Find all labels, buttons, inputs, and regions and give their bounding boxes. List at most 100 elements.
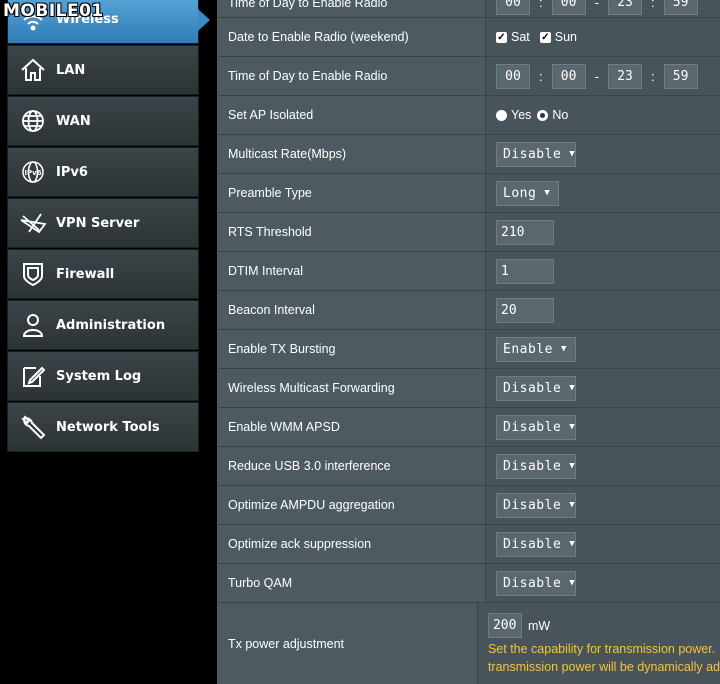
preamble-select[interactable]: Long ▼ xyxy=(496,180,559,206)
row-value: 00 : 00 - 23 : 59 xyxy=(485,57,720,95)
start-hour-input[interactable]: 00 xyxy=(496,0,530,15)
row-value: Yes No xyxy=(485,96,720,134)
row-value: Long ▼ xyxy=(485,174,720,212)
chevron-down-icon: ▼ xyxy=(569,578,576,588)
chevron-down-icon: ▼ xyxy=(560,344,567,354)
log-edit-icon xyxy=(18,361,48,391)
tx-bursting-select[interactable]: Enable ▼ xyxy=(496,336,576,362)
home-icon xyxy=(18,55,48,85)
row-value: ✓ Sat ✓ Sun xyxy=(485,18,720,56)
row-beacon: Beacon Interval 20 xyxy=(217,291,720,330)
chevron-down-icon: ▼ xyxy=(569,149,576,159)
sidebar-item-administration[interactable]: Administration xyxy=(7,300,199,350)
sidebar-item-label: LAN xyxy=(56,62,86,78)
tx-power-note: Set the capability for transmission powe… xyxy=(487,642,716,656)
ampdu-select[interactable]: Disable ▼ xyxy=(496,492,576,518)
wmm-apsd-select[interactable]: Disable ▼ xyxy=(496,414,576,440)
sidebar-item-firewall[interactable]: Firewall xyxy=(7,249,199,299)
sun-checkbox[interactable]: ✓ xyxy=(539,31,551,43)
unit-label: mW xyxy=(527,618,551,633)
row-date-weekend: Date to Enable Radio (weekend) ✓ Sat ✓ S… xyxy=(217,18,720,57)
beacon-interval-input[interactable]: 20 xyxy=(496,297,554,323)
row-label: Optimize AMPDU aggregation xyxy=(217,486,485,524)
row-value: 200 mW Set the capability for transmissi… xyxy=(476,603,720,684)
row-value: Disable ▼ xyxy=(485,564,720,602)
row-value: Disable ▼ xyxy=(485,525,720,563)
sidebar-item-network-tools[interactable]: Network Tools xyxy=(7,402,199,452)
yes-radio[interactable] xyxy=(496,109,507,121)
row-time-weekend: Time of Day to Enable Radio 00 : 00 - 23… xyxy=(217,57,720,96)
select-value: Disable xyxy=(503,458,562,474)
dtim-interval-input[interactable]: 1 xyxy=(496,258,554,284)
row-label: Wireless Multicast Forwarding xyxy=(217,369,485,407)
ipv6-globe-icon: IPv6 xyxy=(18,157,48,187)
turbo-qam-select[interactable]: Disable ▼ xyxy=(496,570,576,596)
sidebar-menu: Wireless LAN WAN IPv6 IPv6 VPN Server Fi… xyxy=(7,0,210,453)
end-minute-input[interactable]: 59 xyxy=(663,63,698,89)
sidebar-item-label: Firewall xyxy=(56,266,115,282)
row-value: Disable ▼ xyxy=(485,447,720,485)
multicast-forwarding-select[interactable]: Disable ▼ xyxy=(496,375,576,401)
row-multicast-rate: Multicast Rate(Mbps) Disable ▼ xyxy=(217,135,720,174)
row-turbo-qam: Turbo QAM Disable ▼ xyxy=(217,564,720,603)
colon-separator: : xyxy=(650,68,655,84)
select-value: Disable xyxy=(503,419,562,435)
globe-icon xyxy=(18,106,48,136)
colon-separator: : xyxy=(539,68,543,84)
dash-separator: - xyxy=(594,68,599,84)
chevron-down-icon: ▼ xyxy=(569,539,576,549)
row-dtim: DTIM Interval 1 xyxy=(217,252,720,291)
chevron-down-icon: ▼ xyxy=(569,383,576,393)
yes-label: Yes xyxy=(511,108,532,122)
row-tx-power: Tx power adjustment 200 mW Set the capab… xyxy=(217,603,720,684)
chevron-down-icon: ▼ xyxy=(569,422,576,432)
sidebar-item-system-log[interactable]: System Log xyxy=(7,351,199,401)
select-value: Disable xyxy=(503,380,562,396)
row-label: Set AP Isolated xyxy=(217,96,485,134)
end-minute-input[interactable]: 59 xyxy=(663,0,698,15)
row-label: Turbo QAM xyxy=(217,564,485,602)
row-label: Time of Day to Enable Radio xyxy=(217,57,485,95)
select-value: Disable xyxy=(503,146,562,162)
sidebar-item-label: System Log xyxy=(56,368,142,384)
sidebar-item-label: IPv6 xyxy=(56,164,88,180)
row-label: Optimize ack suppression xyxy=(217,525,485,563)
start-hour-input[interactable]: 00 xyxy=(496,63,530,89)
row-label: Multicast Rate(Mbps) xyxy=(217,135,485,173)
sidebar-item-ipv6[interactable]: IPv6 IPv6 xyxy=(7,147,199,197)
watermark-logo: MOBILE01 xyxy=(3,1,104,21)
sidebar-item-label: WAN xyxy=(56,113,91,129)
select-value: Enable xyxy=(503,341,553,357)
row-value: Enable ▼ xyxy=(485,330,720,368)
ack-suppression-select[interactable]: Disable ▼ xyxy=(496,531,576,557)
sidebar-item-wan[interactable]: WAN xyxy=(7,96,199,146)
row-label: RTS Threshold xyxy=(217,213,485,251)
no-radio[interactable] xyxy=(537,109,549,121)
start-minute-input[interactable]: 00 xyxy=(551,63,586,89)
end-hour-input[interactable]: 23 xyxy=(607,0,642,15)
usb3-interference-select[interactable]: Disable ▼ xyxy=(496,453,576,479)
row-ack: Optimize ack suppression Disable ▼ xyxy=(217,525,720,564)
wrench-icon xyxy=(18,412,48,442)
row-rts: RTS Threshold 210 xyxy=(217,213,720,252)
multicast-rate-select[interactable]: Disable ▼ xyxy=(496,141,576,167)
chevron-down-icon: ▼ xyxy=(544,188,551,198)
row-value: Disable ▼ xyxy=(485,486,720,524)
sat-checkbox[interactable]: ✓ xyxy=(496,31,507,43)
row-ampdu: Optimize AMPDU aggregation Disable ▼ xyxy=(217,486,720,525)
sidebar-item-label: VPN Server xyxy=(56,215,140,231)
tx-power-input[interactable]: 200 xyxy=(487,613,522,638)
sidebar-item-vpn-server[interactable]: VPN Server xyxy=(7,198,199,248)
row-value: Disable ▼ xyxy=(485,408,720,446)
end-hour-input[interactable]: 23 xyxy=(607,63,642,89)
chevron-down-icon: ▼ xyxy=(569,461,576,471)
row-tx-bursting: Enable TX Bursting Enable ▼ xyxy=(217,330,720,369)
start-minute-input[interactable]: 00 xyxy=(551,0,586,15)
tx-power-field: 200 mW xyxy=(487,613,551,638)
sidebar-item-lan[interactable]: LAN xyxy=(7,45,199,95)
row-label: Enable TX Bursting xyxy=(217,330,485,368)
row-value: 20 xyxy=(485,291,720,329)
rts-threshold-input[interactable]: 210 xyxy=(496,219,554,245)
row-ap-isolated: Set AP Isolated Yes No xyxy=(217,96,720,135)
row-preamble: Preamble Type Long ▼ xyxy=(217,174,720,213)
